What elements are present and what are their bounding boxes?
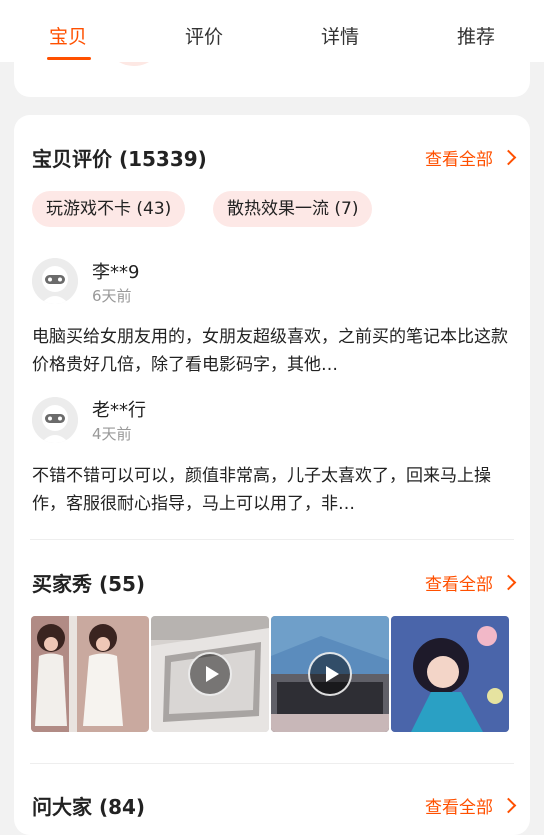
chevron-right-icon — [500, 149, 517, 166]
reviewer-name: 老**行 — [92, 400, 146, 421]
buyer-show-title: 买家秀 (55) — [32, 572, 146, 596]
buyer-photo[interactable] — [391, 616, 509, 732]
buyer-photo[interactable] — [31, 616, 149, 732]
chevron-right-icon — [500, 574, 517, 591]
review-tag[interactable]: 玩游戏不卡 (43) — [32, 191, 186, 227]
tab-bar: 宝贝 评价 详情 推荐 — [0, 0, 544, 62]
chevron-right-icon — [500, 797, 517, 814]
default-avatar-icon — [32, 258, 78, 304]
review-tag[interactable]: 散热效果一流 (7) — [213, 191, 373, 227]
photo-image — [31, 616, 149, 732]
qa-title: 问大家 (84) — [32, 795, 146, 819]
buyer-video[interactable] — [151, 616, 269, 732]
reviews-card: 宝贝评价 (15339) 查看全部 玩游戏不卡 (43) 散热效果一流 (7) … — [14, 115, 530, 835]
tab-recommend[interactable]: 推荐 — [457, 22, 495, 49]
active-tab-indicator — [47, 57, 91, 60]
see-all-label: 查看全部 — [425, 575, 493, 595]
see-all-label: 查看全部 — [425, 798, 493, 818]
divider — [30, 763, 514, 764]
play-icon — [188, 652, 232, 696]
review-time: 6天前 — [92, 287, 132, 305]
reviews-title: 宝贝评价 (15339) — [32, 147, 207, 171]
qa-see-all-link[interactable]: 查看全部 — [425, 793, 517, 818]
avatar — [32, 258, 78, 304]
tab-baobei[interactable]: 宝贝 — [49, 22, 87, 49]
default-avatar-icon — [32, 397, 78, 443]
buyer-show-see-all-link[interactable]: 查看全部 — [425, 570, 517, 595]
avatar — [32, 397, 78, 443]
review-time: 4天前 — [92, 425, 132, 443]
reviews-see-all-link[interactable]: 查看全部 — [425, 145, 517, 170]
play-icon — [308, 652, 352, 696]
divider — [30, 539, 514, 540]
tab-details[interactable]: 详情 — [321, 22, 359, 49]
tab-reviews[interactable]: 评价 — [185, 22, 223, 49]
review-text[interactable]: 电脑买给女朋友用的，女朋友超级喜欢，之前买的笔记本比这款价格贵好几倍，除了看电影… — [32, 323, 512, 379]
reviewer-name: 李**9 — [92, 262, 140, 283]
see-all-label: 查看全部 — [425, 150, 493, 170]
photo-image — [391, 616, 509, 732]
buyer-video[interactable] — [271, 616, 389, 732]
review-text[interactable]: 不错不错可以可以，颜值非常高，儿子太喜欢了，回来马上操作，客服很耐心指导，马上可… — [32, 462, 512, 518]
